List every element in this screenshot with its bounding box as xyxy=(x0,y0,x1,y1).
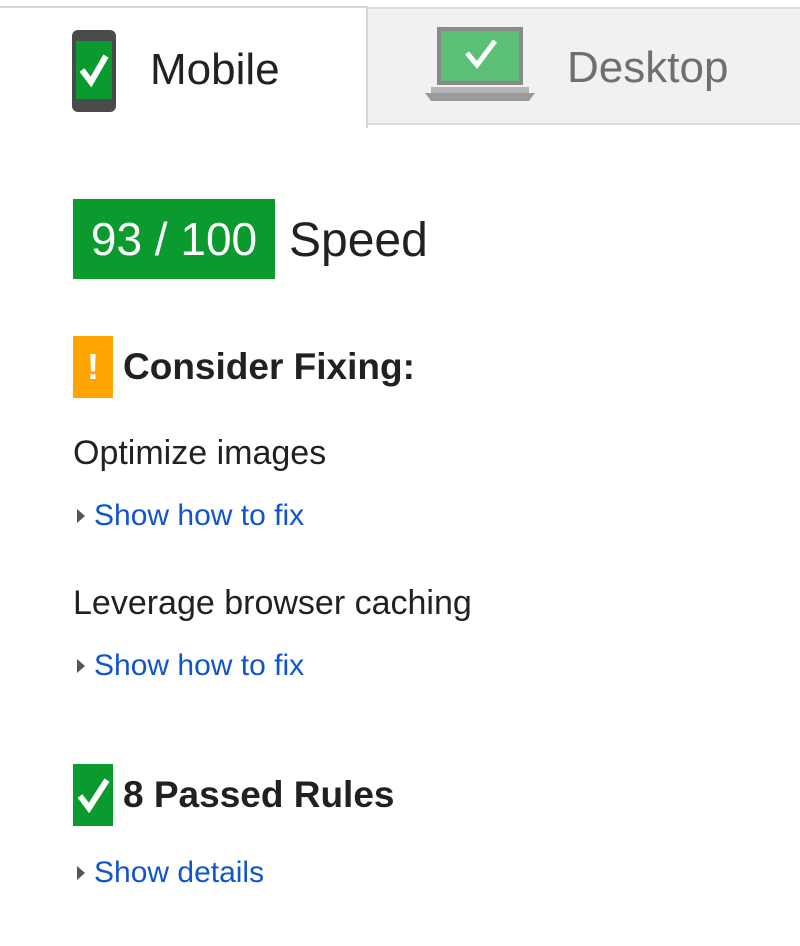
consider-fixing-title: Consider Fixing: xyxy=(123,346,415,387)
score-label: Speed xyxy=(289,214,428,267)
score-badge: 93 / 100 xyxy=(73,199,275,279)
tab-desktop-label: Desktop xyxy=(567,43,729,92)
show-how-to-fix-text[interactable]: Show how to fix xyxy=(94,649,304,683)
tab-mobile[interactable]: Mobile xyxy=(0,6,368,128)
passed-rules-title: 8 Passed Rules xyxy=(123,774,395,815)
mobile-check-icon xyxy=(72,30,116,117)
warning-icon: ! xyxy=(73,336,113,398)
rule-title-leverage-browser-caching: Leverage browser caching xyxy=(73,584,472,622)
tab-mobile-label: Mobile xyxy=(150,45,280,94)
expand-caret-icon xyxy=(77,866,85,880)
show-details-text[interactable]: Show details xyxy=(94,856,264,890)
show-how-to-fix-text[interactable]: Show how to fix xyxy=(94,499,304,533)
expand-caret-icon xyxy=(77,659,85,673)
tab-desktop[interactable]: Desktop xyxy=(370,9,800,123)
device-tabs: Mobile Desktop xyxy=(0,0,800,128)
expand-caret-icon xyxy=(77,509,85,523)
desktop-check-icon xyxy=(425,27,535,106)
rule-title-optimize-images: Optimize images xyxy=(73,434,327,472)
check-icon xyxy=(73,764,113,826)
